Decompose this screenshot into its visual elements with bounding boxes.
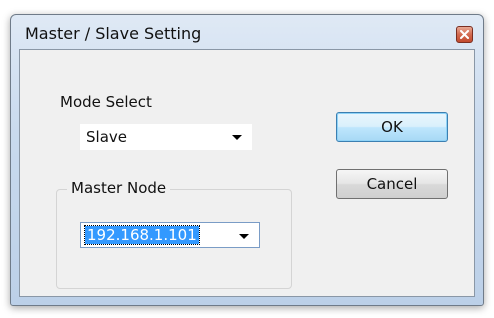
dialog-window: Master / Slave Setting Mode Select Slave…	[10, 14, 484, 306]
master-node-dropdown[interactable]: 192.168.1.101	[80, 222, 260, 248]
chevron-down-icon	[232, 135, 242, 140]
title-bar[interactable]: Master / Slave Setting	[11, 15, 483, 49]
chevron-down-icon	[239, 234, 249, 239]
master-node-label: Master Node	[67, 179, 171, 197]
close-icon	[460, 30, 469, 39]
mode-select-value: Slave	[86, 128, 127, 146]
mode-select-label: Mode Select	[60, 93, 152, 111]
mode-select-dropdown[interactable]: Slave	[80, 124, 252, 150]
cancel-button[interactable]: Cancel	[336, 169, 448, 199]
ok-button[interactable]: OK	[336, 112, 448, 142]
dialog-client-area: Mode Select Slave Master Node 192.168.1.…	[19, 49, 475, 297]
window-title: Master / Slave Setting	[25, 24, 202, 43]
master-node-value: 192.168.1.101	[84, 225, 200, 245]
close-button[interactable]	[456, 26, 473, 43]
